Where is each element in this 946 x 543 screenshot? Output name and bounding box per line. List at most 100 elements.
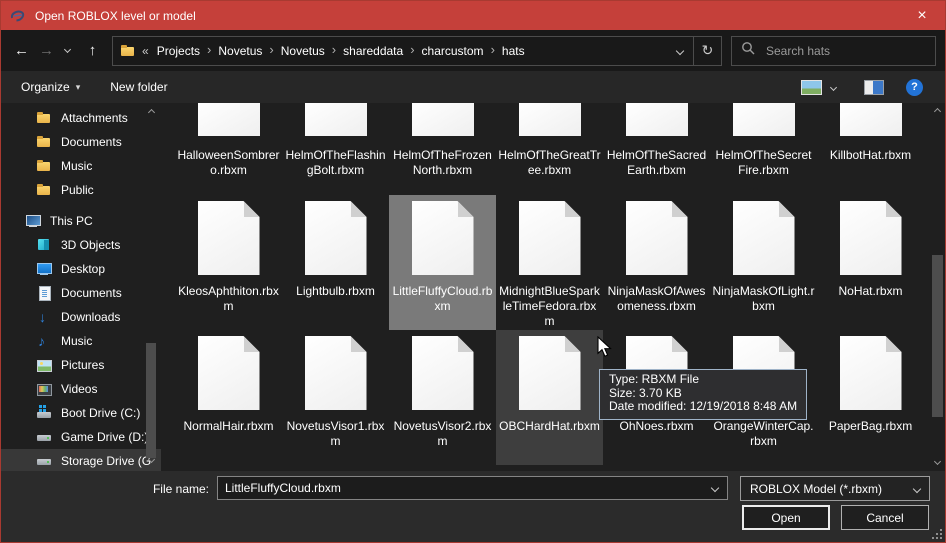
sidebar-item-downloads[interactable]: Downloads (1, 305, 161, 329)
file-item-halloweensombrero-rbxm[interactable]: HalloweenSombrero.rbxm (175, 103, 282, 195)
sidebar-item-documents[interactable]: Documents (1, 281, 161, 305)
tooltip-line: Type: RBXM File (609, 373, 797, 387)
dialog-footer: File name: ROBLOX Model (*.rbxm) Open Ca… (1, 471, 945, 542)
open-button[interactable]: Open (742, 505, 830, 530)
file-item-ninjamaskoflight-rbxm[interactable]: NinjaMaskOfLight.rbxm (710, 195, 817, 330)
file-name-label: NinjaMaskOfAwesomeness.rbxm (605, 284, 708, 314)
breadcrumb-segment-novetus[interactable]: Novetus (276, 42, 330, 60)
file-name-label: KillbotHat.rbxm (830, 148, 911, 163)
file-item-novetusvisor2-rbxm[interactable]: NovetusVisor2.rbxm (389, 330, 496, 465)
new-folder-button[interactable]: New folder (110, 80, 167, 94)
sidebar-item-desktop[interactable]: Desktop (1, 257, 161, 281)
page-fold-icon (779, 336, 795, 352)
file-name-label: LittleFluffyCloud.rbxm (391, 284, 494, 314)
sidebar-item-pictures[interactable]: Pictures (1, 353, 161, 377)
sidebar-item-videos[interactable]: Videos (1, 377, 161, 401)
file-item-helmofthegreattree-rbxm[interactable]: HelmOfTheGreatTree.rbxm (496, 103, 603, 195)
file-item-helmofthesecretfire-rbxm[interactable]: HelmOfTheSecretFire.rbxm (710, 103, 817, 195)
file-item-helmofthesacredearth-rbxm[interactable]: HelmOfTheSacredEarth.rbxm (603, 103, 710, 195)
file-item-helmofthefrozennorth-rbxm[interactable]: HelmOfTheFrozenNorth.rbxm (389, 103, 496, 195)
tooltip-line: Size: 3.70 KB (609, 387, 797, 401)
file-item-normalhair-rbxm[interactable]: NormalHair.rbxm (175, 330, 282, 465)
sidebar-item-attachments[interactable]: Attachments (1, 106, 161, 130)
sidebar-item-game-drive-d[interactable]: Game Drive (D:) (1, 425, 161, 449)
forward-button[interactable]: → (34, 43, 59, 58)
help-button[interactable]: ? (906, 79, 923, 96)
breadcrumb-separator-icon: › (267, 42, 275, 57)
file-name-label: PaperBag.rbxm (829, 419, 912, 434)
rbxm-document-icon (519, 336, 581, 410)
rbxm-document-icon (412, 201, 474, 275)
file-item-littlefluffycloud-rbxm[interactable]: LittleFluffyCloud.rbxm (389, 195, 496, 330)
file-name-label: File name: (1, 482, 209, 496)
file-item-ninjamaskofawesomeness-rbxm[interactable]: NinjaMaskOfAwesomeness.rbxm (603, 195, 710, 330)
back-button[interactable]: ← (9, 43, 34, 58)
open-button-label: Open (771, 511, 800, 525)
rbxm-document-icon (626, 103, 688, 136)
rbxm-document-icon (519, 201, 581, 275)
chevron-down-icon (711, 484, 719, 492)
file-item-nohat-rbxm[interactable]: NoHat.rbxm (817, 195, 924, 330)
sidebar-scrollbar-thumb[interactable] (146, 343, 156, 458)
sidebar-item-this-pc[interactable]: This PC (1, 209, 161, 233)
sidebar-item-label: Pictures (61, 358, 104, 372)
sidebar-item-storage-drive-g[interactable]: Storage Drive (G (1, 449, 161, 471)
recent-locations-button[interactable] (59, 47, 75, 52)
filelist-scrollbar-thumb[interactable] (932, 255, 943, 417)
view-options-chevron-icon[interactable] (830, 83, 837, 90)
rbxm-document-icon (198, 201, 260, 275)
file-name-combobox[interactable] (217, 476, 728, 500)
rbxm-document-icon (305, 201, 367, 275)
breadcrumb-segment-shareddata[interactable]: shareddata (338, 42, 408, 60)
view-controls: ? (801, 79, 923, 96)
file-item-lightbulb-rbxm[interactable]: Lightbulb.rbxm (282, 195, 389, 330)
sidebar-item-public[interactable]: Public (1, 178, 161, 202)
file-item-kleosaphthiton-rbxm[interactable]: KleosAphthiton.rbxm (175, 195, 282, 330)
file-item-helmoftheflashingbolt-rbxm[interactable]: HelmOfTheFlashingBolt.rbxm (282, 103, 389, 195)
tooltip-line: Date modified: 12/19/2018 8:48 AM (609, 400, 797, 414)
sidebar-item-music[interactable]: Music (1, 154, 161, 178)
file-name-input[interactable] (218, 480, 703, 496)
rbxm-document-icon (840, 336, 902, 410)
sidebar-item-documents[interactable]: Documents (1, 130, 161, 154)
videos-icon (36, 381, 52, 397)
file-item-paperbag-rbxm[interactable]: PaperBag.rbxm (817, 330, 924, 465)
rbxm-document-icon (733, 103, 795, 136)
file-item-killbothat-rbxm[interactable]: KillbotHat.rbxm (817, 103, 924, 195)
refresh-icon: ↻ (702, 42, 714, 59)
up-button[interactable]: ↑ (80, 43, 105, 58)
file-item-novetusvisor1-rbxm[interactable]: NovetusVisor1.rbxm (282, 330, 389, 465)
file-name-label: Lightbulb.rbxm (296, 284, 375, 299)
file-type-select[interactable]: ROBLOX Model (*.rbxm) (740, 476, 930, 501)
thumbnail-view-icon[interactable] (801, 80, 822, 95)
organize-button[interactable]: Organize ▾ (21, 80, 80, 94)
page-fold-icon (672, 336, 688, 352)
file-item-midnightbluesparkletimefedora-rbxm[interactable]: MidnightBlueSparkleTimeFedora.rbxm (496, 195, 603, 330)
address-bar[interactable]: « Projects›Novetus›Novetus›shareddata›ch… (112, 36, 722, 66)
breadcrumb-segment-charcustom[interactable]: charcustom (417, 42, 489, 60)
breadcrumb-segment-hats[interactable]: hats (497, 42, 530, 60)
sidebar-item-music[interactable]: Music (1, 329, 161, 353)
preview-pane-icon[interactable] (864, 80, 884, 95)
search-input[interactable] (764, 43, 926, 59)
close-button[interactable]: × (899, 1, 945, 30)
refresh-button[interactable]: ↻ (693, 37, 721, 65)
file-name-label: HalloweenSombrero.rbxm (177, 148, 280, 178)
cancel-button[interactable]: Cancel (841, 505, 929, 530)
help-icon: ? (911, 81, 918, 93)
titlebar: Open ROBLOX level or model × (1, 1, 945, 30)
sidebar-item-label: Videos (61, 382, 97, 396)
chevron-down-icon (63, 45, 70, 52)
breadcrumb-segment-novetus[interactable]: Novetus (213, 42, 267, 60)
file-type-dropdown-button[interactable] (905, 486, 929, 492)
search-box[interactable] (731, 36, 936, 66)
address-dropdown-button[interactable] (667, 37, 693, 65)
breadcrumb-overflow-icon[interactable]: « (142, 44, 149, 58)
breadcrumb-segment-projects[interactable]: Projects (152, 42, 205, 60)
file-name-label: MidnightBlueSparkleTimeFedora.rbxm (498, 284, 601, 329)
sidebar-item-boot-drive-c[interactable]: Boot Drive (C:) (1, 401, 161, 425)
resize-grip[interactable] (932, 529, 942, 539)
file-item-obchardhat-rbxm[interactable]: OBCHardHat.rbxm (496, 330, 603, 465)
file-name-dropdown-button[interactable] (703, 485, 727, 491)
sidebar-item-3d-objects[interactable]: 3D Objects (1, 233, 161, 257)
